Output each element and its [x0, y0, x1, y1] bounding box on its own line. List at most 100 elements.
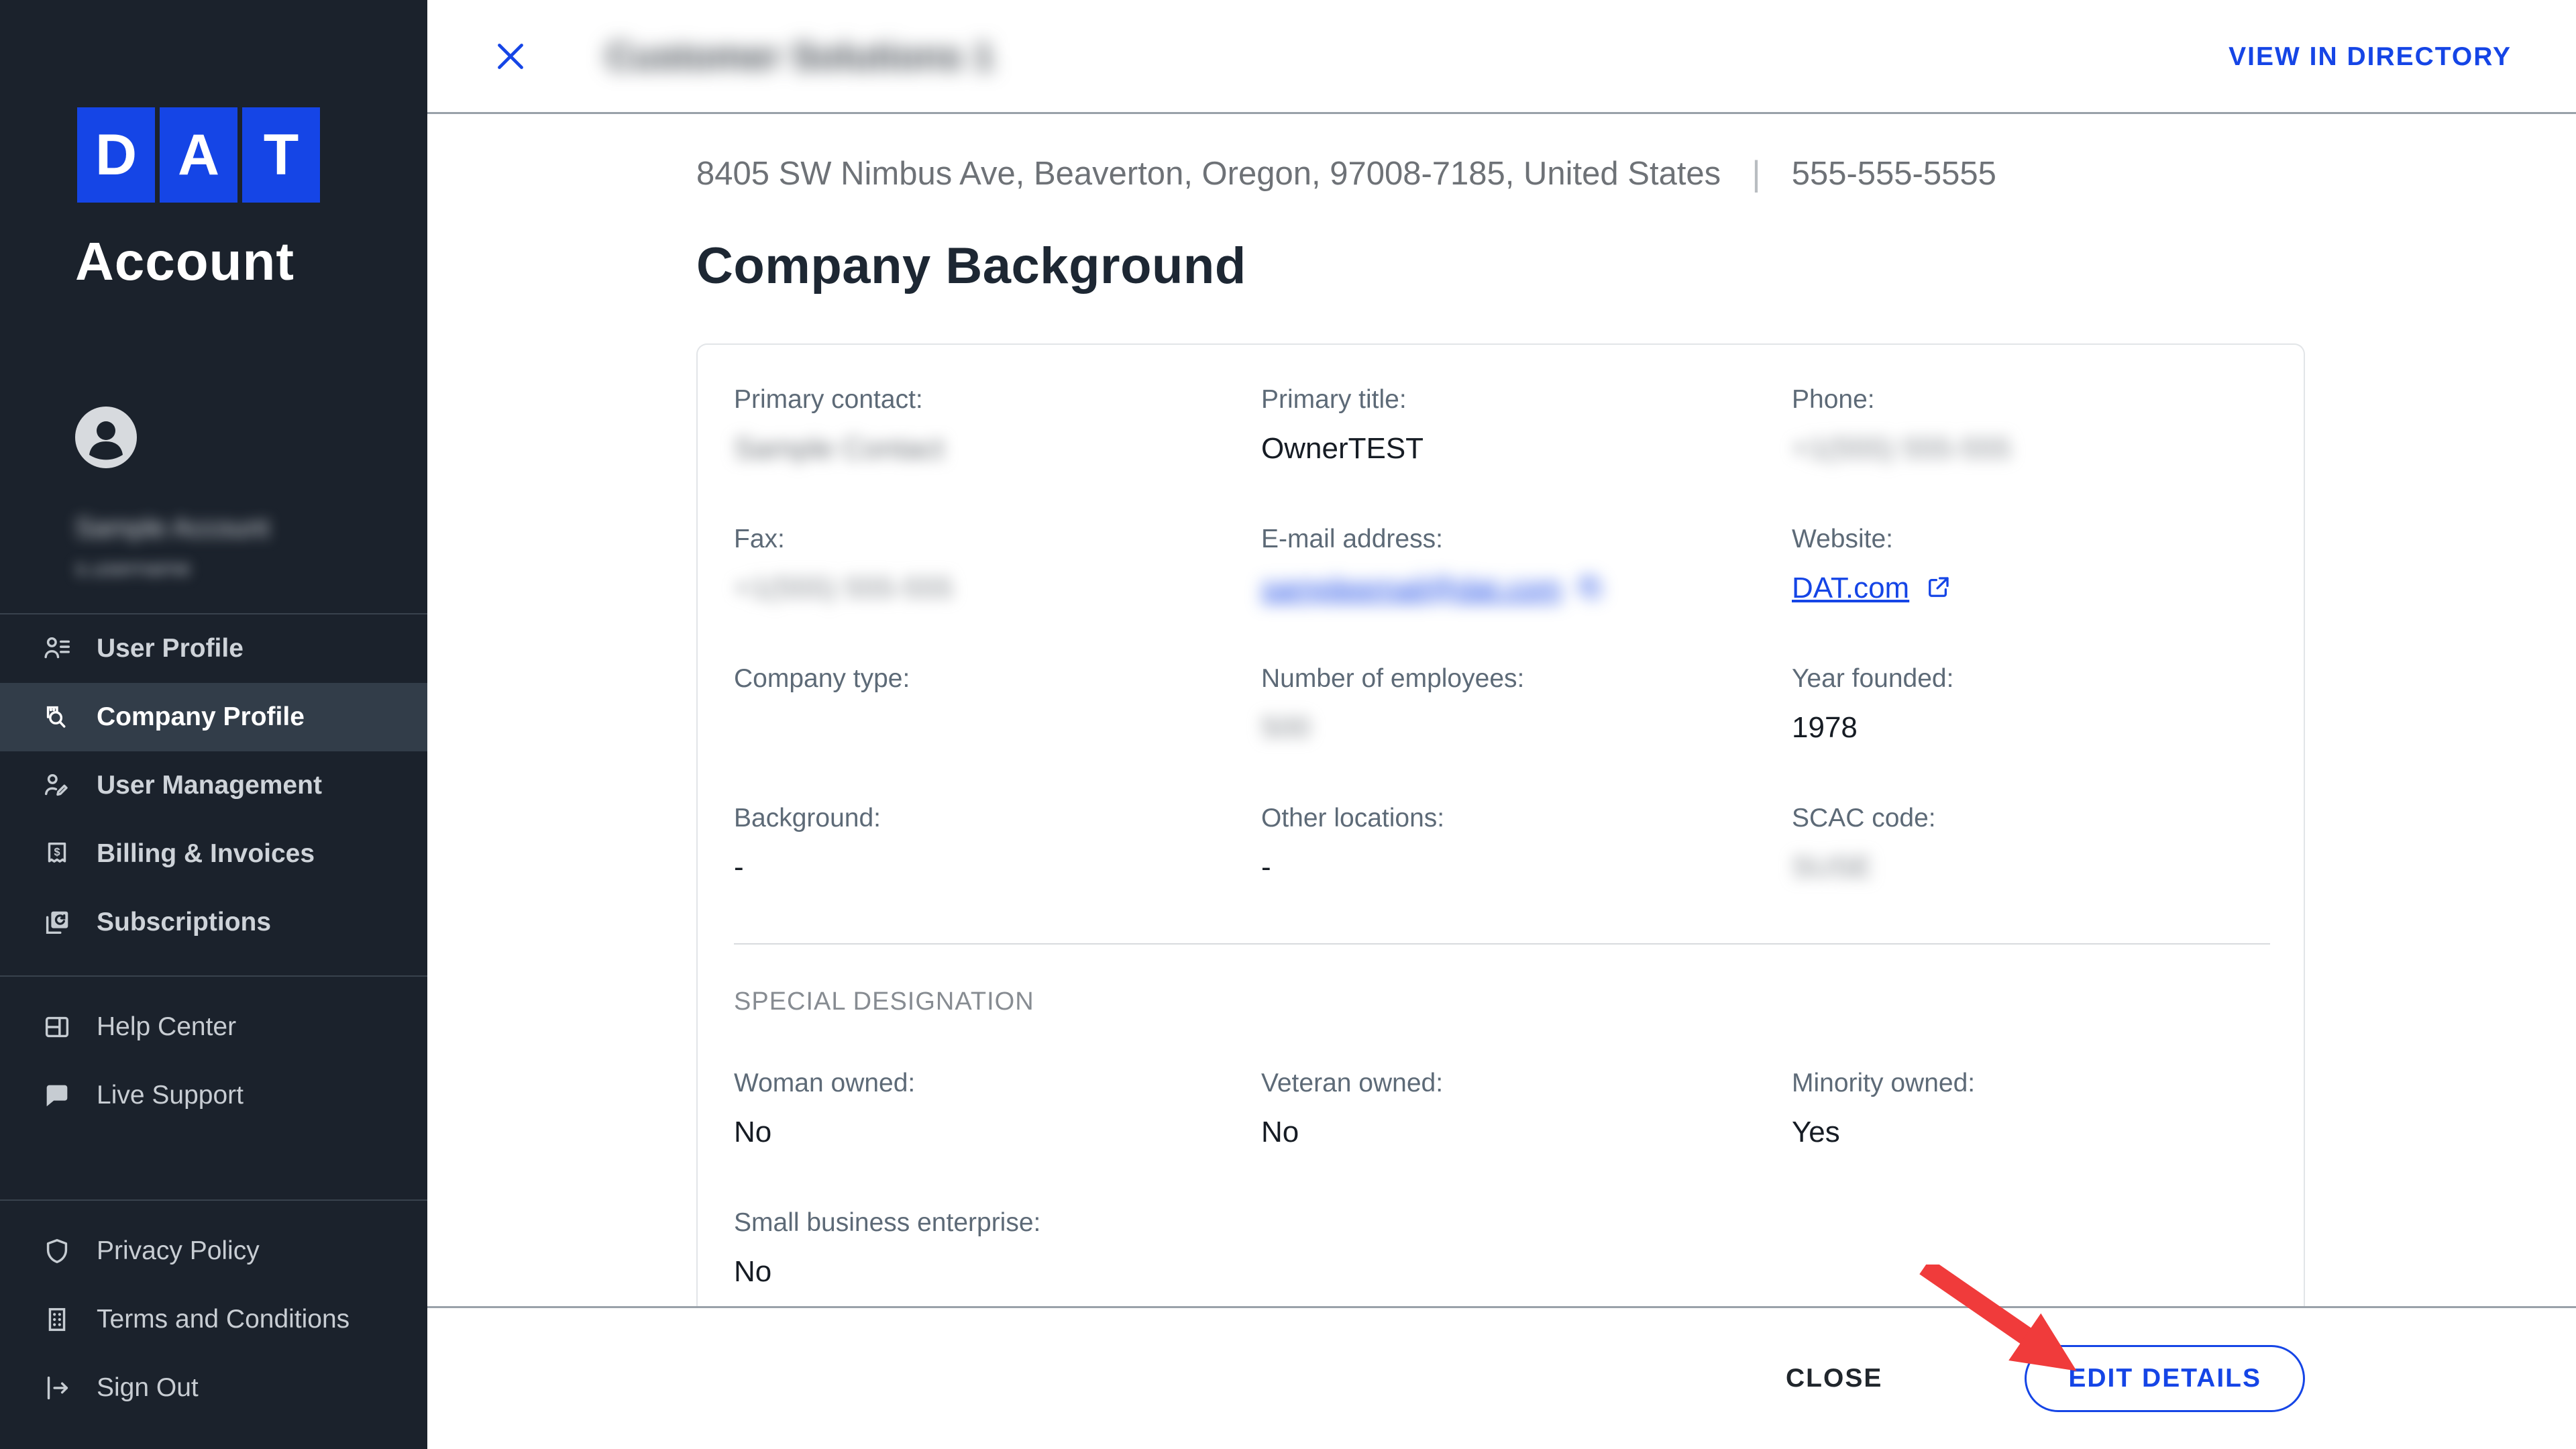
field-year-founded: Year founded: 1978: [1792, 664, 2304, 745]
field-value: No: [734, 1116, 1261, 1149]
field-value-redacted: +1(555) 555-555: [1792, 432, 2304, 466]
card-divider: [734, 943, 2270, 945]
field-label: SCAC code:: [1792, 804, 2304, 833]
sidebar-item-user-profile[interactable]: User Profile: [0, 614, 427, 683]
field-company-type: Company type:: [734, 664, 1261, 745]
field-label: Primary contact:: [734, 385, 1261, 415]
sidebar-item-terms-conditions[interactable]: Terms and Conditions: [0, 1285, 427, 1354]
dat-logo-letter-t: T: [242, 107, 320, 203]
sidebar-nav-support: Help Center Live Support: [0, 993, 427, 1130]
close-icon[interactable]: [493, 39, 528, 74]
copy-icon[interactable]: [1576, 574, 1605, 602]
sidebar-item-label: Subscriptions: [97, 908, 271, 937]
company-profile-modal: Customer Solutions 1 VIEW IN DIRECTORY 8…: [427, 0, 2576, 1449]
sidebar-item-label: Privacy Policy: [97, 1236, 260, 1266]
edit-details-button[interactable]: EDIT DETAILS: [2025, 1345, 2305, 1412]
dat-logo: D A T: [77, 107, 427, 203]
external-link-icon: [1924, 574, 1952, 602]
company-phone: 555-555-5555: [1792, 155, 1996, 193]
field-value: -: [1261, 851, 1792, 884]
dat-account-app: D A T Account Sample Account s.username …: [0, 0, 2576, 1449]
field-label: Phone:: [1792, 385, 2304, 415]
billing-invoices-icon: $: [42, 839, 72, 869]
field-minority-owned: Minority owned: Yes: [1792, 1069, 2304, 1149]
dat-logo-letter-a: A: [160, 107, 237, 203]
field-row-6: Small business enterprise: No: [734, 1208, 2304, 1289]
company-profile-icon: [42, 702, 72, 733]
field-label: Company type:: [734, 664, 1261, 694]
address-separator: |: [1752, 154, 1761, 194]
sidebar-item-billing-invoices[interactable]: $ Billing & Invoices: [0, 820, 427, 888]
sidebar-item-live-support[interactable]: Live Support: [0, 1061, 427, 1130]
field-label: Background:: [734, 804, 1261, 833]
live-support-icon: [42, 1080, 72, 1111]
website-link[interactable]: DAT.com: [1792, 572, 1909, 604]
sidebar-item-label: Help Center: [97, 1012, 236, 1042]
sidebar-nav-footer: Privacy Policy Terms and Conditions Sign…: [0, 1217, 427, 1422]
sidebar-item-company-profile[interactable]: Company Profile: [0, 683, 427, 751]
sidebar-item-help-center[interactable]: Help Center: [0, 993, 427, 1061]
field-primary-title: Primary title: OwnerTEST: [1261, 385, 1792, 466]
field-value: -: [734, 851, 1261, 884]
privacy-shield-icon: [42, 1236, 72, 1267]
modal-content: 8405 SW Nimbus Ave, Beaverton, Oregon, 9…: [427, 116, 2576, 1306]
field-label: Year founded:: [1792, 664, 2304, 694]
user-block: Sample Account s.username: [75, 407, 427, 581]
field-label: Woman owned:: [734, 1069, 1261, 1098]
field-background: Background: -: [734, 804, 1261, 884]
field-label: Website:: [1792, 525, 2304, 554]
sidebar-item-label: Live Support: [97, 1081, 244, 1110]
special-designation-label: SPECIAL DESIGNATION: [734, 987, 2304, 1016]
field-value-redacted: 500: [1261, 711, 1792, 745]
sidebar-item-label: Billing & Invoices: [97, 839, 315, 869]
field-fax: Fax: +1(555) 555-555: [734, 525, 1261, 605]
sidebar-item-label: Sign Out: [97, 1373, 199, 1403]
field-row-4: Background: - Other locations: - SCAC co…: [734, 804, 2304, 884]
sidebar-item-sign-out[interactable]: Sign Out: [0, 1354, 427, 1422]
field-employees: Number of employees: 500: [1261, 664, 1792, 745]
sidebar-item-label: User Profile: [97, 634, 244, 663]
field-row-1: Primary contact: Sample Contact Primary …: [734, 385, 2304, 466]
field-label: Other locations:: [1261, 804, 1792, 833]
company-background-card: Primary contact: Sample Contact Primary …: [696, 343, 2305, 1306]
terms-building-icon: [42, 1304, 72, 1335]
app-title: Account: [75, 231, 427, 292]
field-value: 1978: [1792, 711, 2304, 745]
field-phone: Phone: +1(555) 555-555: [1792, 385, 2304, 466]
field-label: Number of employees:: [1261, 664, 1792, 694]
sidebar-item-label: Company Profile: [97, 702, 305, 732]
modal-footer: CLOSE EDIT DETAILS: [427, 1306, 2576, 1449]
field-email: E-mail address: sampleemail@dat.com: [1261, 525, 1792, 605]
field-other-locations: Other locations: -: [1261, 804, 1792, 884]
field-value-redacted: sampleemail@dat.com: [1261, 572, 1792, 605]
field-value-redacted: Sample Contact: [734, 432, 1261, 466]
user-management-icon: [42, 770, 72, 801]
field-row-5: Woman owned: No Veteran owned: No Minori…: [734, 1069, 2304, 1149]
close-button[interactable]: CLOSE: [1786, 1364, 1882, 1393]
field-label: Small business enterprise:: [734, 1208, 1261, 1238]
user-profile-icon: [42, 633, 72, 664]
field-primary-contact: Primary contact: Sample Contact: [734, 385, 1261, 466]
modal-title-redacted: Customer Solutions 1: [606, 34, 994, 78]
sidebar-item-user-management[interactable]: User Management: [0, 751, 427, 820]
field-woman-owned: Woman owned: No: [734, 1069, 1261, 1149]
modal-header: Customer Solutions 1 VIEW IN DIRECTORY: [427, 0, 2576, 114]
address-row: 8405 SW Nimbus Ave, Beaverton, Oregon, 9…: [696, 154, 2576, 194]
sidebar-divider: [0, 975, 427, 977]
sidebar-item-label: Terms and Conditions: [97, 1305, 350, 1334]
field-value: OwnerTEST: [1261, 432, 1792, 466]
avatar: [75, 407, 137, 468]
user-login-redacted: s.username: [75, 555, 427, 581]
user-name-redacted: Sample Account: [75, 513, 427, 543]
field-veteran-owned: Veteran owned: No: [1261, 1069, 1792, 1149]
field-value: No: [734, 1255, 1261, 1289]
field-small-business: Small business enterprise: No: [734, 1208, 1261, 1289]
field-label: Fax:: [734, 525, 1261, 554]
sidebar-item-privacy-policy[interactable]: Privacy Policy: [0, 1217, 427, 1285]
email-link-redacted[interactable]: sampleemail@dat.com: [1261, 572, 1562, 604]
field-label: Veteran owned:: [1261, 1069, 1792, 1098]
sidebar-item-subscriptions[interactable]: Subscriptions: [0, 888, 427, 957]
field-value: No: [1261, 1116, 1792, 1149]
field-value: DAT.com: [1792, 572, 2304, 605]
view-in-directory-button[interactable]: VIEW IN DIRECTORY: [2229, 0, 2512, 114]
